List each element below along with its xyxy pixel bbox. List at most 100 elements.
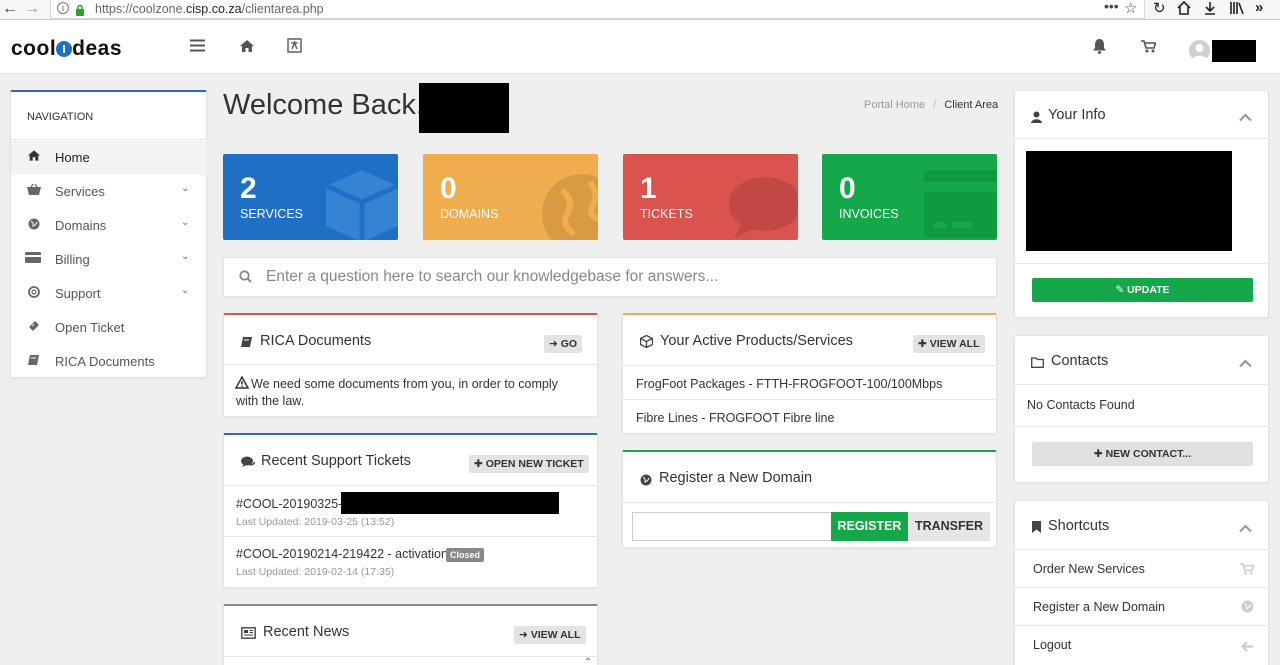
home-icon[interactable] — [240, 39, 254, 57]
chevron-down-icon: ⌄ — [181, 251, 190, 262]
hamburger-menu-icon[interactable] — [190, 39, 205, 57]
your-info-title: Your Info — [1048, 107, 1106, 123]
site-logo[interactable]: cool deas — [11, 37, 122, 61]
url-text[interactable]: https://coolzone.cisp.co.za/clientarea.p… — [95, 2, 324, 16]
cube-icon — [639, 334, 654, 353]
transfer-button[interactable]: TRANSFER — [908, 512, 990, 541]
new-contact-button[interactable]: ✚ NEW CONTACT... — [1032, 442, 1253, 466]
divider — [11, 139, 207, 140]
sidebar-item-label: Domains — [55, 218, 107, 233]
library-icon[interactable] — [1229, 1, 1245, 20]
scroll-up-icon[interactable]: ⌃ — [584, 657, 592, 665]
info-icon[interactable]: i — [57, 2, 69, 14]
logo-mark-icon — [56, 41, 73, 57]
ticket-title[interactable]: #COOL-20190214-219422 - activation — [236, 547, 448, 561]
sidebar-item-support[interactable]: Support ⌄ — [11, 277, 207, 311]
tile-services[interactable]: 2 SERVICES — [223, 154, 398, 240]
bell-icon[interactable] — [1092, 38, 1107, 59]
divider — [1015, 384, 1269, 385]
sidebar-item-label: Billing — [55, 252, 90, 267]
tile-domains[interactable]: 0 DOMAINS — [423, 154, 598, 240]
register-button[interactable]: REGISTER — [831, 512, 908, 541]
chevron-up-icon[interactable] — [1239, 109, 1252, 127]
lifebuoy-icon — [27, 286, 41, 301]
breadcrumb: Portal Home / Client Area — [864, 99, 998, 111]
globe-icon — [27, 218, 41, 233]
contacts-panel: Contacts No Contacts Found ✚ NEW CONTACT… — [1014, 335, 1269, 483]
rica-title: RICA Documents — [260, 333, 372, 349]
shortcut-register-domain[interactable]: Register a New Domain — [1015, 588, 1269, 625]
domain-input[interactable] — [632, 512, 832, 541]
tile-tickets[interactable]: 1 TICKETS — [623, 154, 798, 240]
shortcut-order-new-services[interactable]: Order New Services — [1015, 550, 1269, 587]
rica-message: We need some documents from you, in orde… — [236, 377, 558, 408]
divider — [623, 399, 997, 400]
ticket-icon — [27, 320, 41, 335]
forward-arrow-icon[interactable]: → — [24, 0, 40, 18]
redacted-username — [1212, 40, 1256, 62]
folder-icon — [1031, 355, 1044, 373]
redacted-ticket-subject — [341, 492, 559, 514]
browser-toolbar: ← → i https://coolzone.cisp.co.za/client… — [0, 0, 1280, 20]
navigation-heading: NAVIGATION — [27, 111, 94, 123]
arrow-left-icon — [1240, 639, 1254, 657]
redacted-client-name — [419, 83, 509, 133]
bookmark-star-icon[interactable]: ☆ — [1124, 0, 1137, 17]
status-badge: Closed — [446, 548, 485, 562]
shortcuts-title: Shortcuts — [1048, 518, 1110, 534]
invoices-label: INVOICES — [839, 207, 899, 221]
reload-icon[interactable]: ↻ — [1153, 0, 1166, 17]
newspaper-icon — [241, 626, 256, 644]
sidebar-item-billing[interactable]: Billing ⌄ — [11, 243, 207, 277]
tickets-label: TICKETS — [640, 207, 693, 221]
products-view-all-button[interactable]: ✚ VIEW ALL — [913, 335, 985, 353]
globe-icon — [640, 473, 652, 491]
sidebar-item-services[interactable]: Services ⌄ — [11, 175, 207, 209]
update-button[interactable]: ✎ UPDATE — [1032, 278, 1253, 302]
redacted-client-details — [1026, 151, 1232, 251]
tile-invoices[interactable]: 0 INVOICES — [822, 154, 997, 240]
news-view-all-button[interactable]: ➜ VIEW ALL — [514, 626, 586, 644]
chevron-down-icon: ⌄ — [181, 217, 190, 228]
search-input[interactable]: Enter a question here to search our know… — [266, 268, 718, 286]
cart-icon[interactable] — [1141, 40, 1157, 58]
divider — [224, 656, 598, 657]
active-products-panel: Your Active Products/Services ✚ VIEW ALL… — [622, 313, 997, 434]
globe-icon — [1241, 600, 1254, 618]
sidebar-item-label: Home — [55, 150, 90, 165]
news-title: Recent News — [263, 624, 350, 640]
divider — [1015, 426, 1269, 427]
ticket-row[interactable]: #COOL-20190214-219422 - activation Close… — [224, 537, 598, 587]
products-title: Your Active Products/Services — [660, 333, 853, 349]
ticket-row[interactable]: #COOL-20190325-2 Last Updated: 2019-03-2… — [224, 486, 598, 536]
breadcrumb-home-link[interactable]: Portal Home — [864, 99, 925, 111]
sidebar-item-home[interactable]: Home — [11, 141, 207, 175]
avatar[interactable] — [1189, 40, 1210, 61]
sidebar-item-rica-documents[interactable]: RICA Documents — [11, 345, 207, 379]
sidebar-item-label: Support — [55, 286, 101, 301]
sidebar-item-open-ticket[interactable]: Open Ticket — [11, 311, 207, 345]
home-browser-icon[interactable] — [1177, 0, 1191, 20]
knowledgebase-search[interactable]: Enter a question here to search our know… — [223, 257, 997, 297]
product-item[interactable]: Fibre Lines - FROGFOOT Fibre line — [636, 411, 834, 425]
cart-icon — [1240, 562, 1255, 580]
overflow-menu-icon[interactable]: » — [1255, 0, 1263, 16]
download-icon[interactable] — [1204, 1, 1216, 20]
address-bar[interactable]: i https://coolzone.cisp.co.za/clientarea… — [50, 0, 1145, 19]
home-icon — [27, 150, 41, 164]
breadcrumb-separator: / — [933, 99, 937, 111]
lock-icon[interactable] — [75, 3, 85, 16]
recent-tickets-panel: Recent Support Tickets ✚ OPEN NEW TICKET… — [223, 433, 598, 588]
ticket-updated: Last Updated: 2019-03-25 (13:52) — [236, 516, 395, 528]
shortcut-logout[interactable]: Logout — [1015, 626, 1269, 663]
back-arrow-icon[interactable]: ← — [2, 0, 18, 18]
product-item[interactable]: FrogFoot Packages - FTTH-FROGFOOT-100/10… — [636, 377, 942, 391]
ticket-title[interactable]: #COOL-20190325-2 — [236, 497, 349, 511]
page-actions-icon[interactable]: ••• — [1104, 0, 1119, 14]
rica-go-button[interactable]: ➜ GO — [544, 335, 583, 353]
chevron-up-icon[interactable] — [1239, 355, 1252, 373]
chevron-up-icon[interactable] — [1239, 520, 1252, 538]
open-new-ticket-button[interactable]: ✚ OPEN NEW TICKET — [469, 455, 589, 473]
language-icon[interactable] — [287, 38, 302, 58]
sidebar-item-domains[interactable]: Domains ⌄ — [11, 209, 207, 243]
